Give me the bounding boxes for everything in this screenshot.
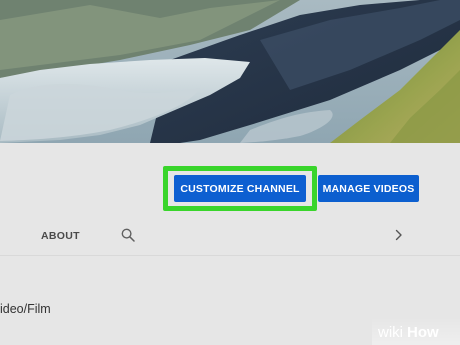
channel-category: ideo/Film xyxy=(0,302,51,316)
svg-text:wiki: wiki xyxy=(377,324,403,341)
channel-header-area: CUSTOMIZE CHANNEL MANAGE VIDEOS ABOUT id… xyxy=(0,143,460,345)
search-icon[interactable] xyxy=(121,228,135,242)
svg-text:How: How xyxy=(407,324,439,341)
manage-videos-button[interactable]: MANAGE VIDEOS xyxy=(318,175,419,202)
chevron-right-icon[interactable] xyxy=(394,228,404,242)
tab-about[interactable]: ABOUT xyxy=(41,230,80,242)
mountain-landscape-banner xyxy=(0,0,460,143)
wikihow-watermark-logo: wiki How xyxy=(372,317,460,345)
divider xyxy=(0,255,460,256)
channel-banner-image xyxy=(0,0,460,143)
customize-channel-button[interactable]: CUSTOMIZE CHANNEL xyxy=(174,175,306,202)
